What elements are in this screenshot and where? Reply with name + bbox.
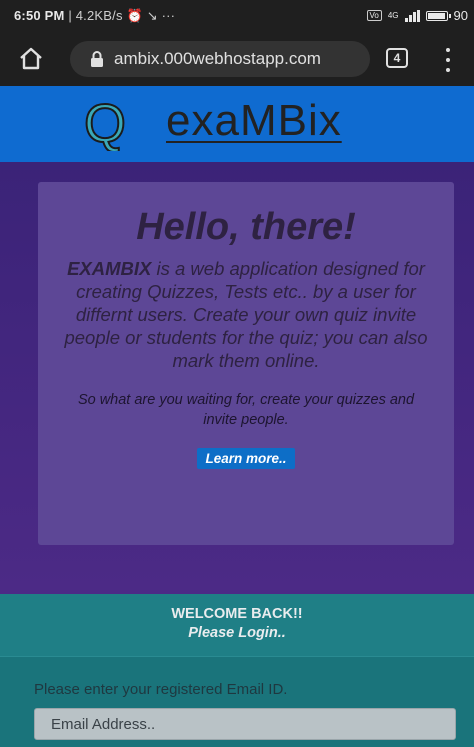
status-more: ··· xyxy=(161,8,176,23)
login-prompt: Please Login.. xyxy=(188,625,286,641)
logo-letter: Q xyxy=(84,97,126,151)
login-form: Please enter your registered Email ID. xyxy=(0,656,474,747)
signal-icon xyxy=(404,9,420,22)
home-icon xyxy=(20,47,42,70)
divider xyxy=(0,656,474,657)
welcome-heading: WELCOME BACK!! xyxy=(171,606,303,622)
logo-q-icon[interactable]: Q xyxy=(78,97,132,151)
hero-title: Hello, there! xyxy=(136,206,356,248)
site-header: Q exaMBix xyxy=(0,86,474,162)
email-field[interactable] xyxy=(34,708,456,740)
status-left: 6:50 PM | 4.2KB/s ⏰ ↘ ··· xyxy=(14,8,175,24)
status-speed: | 4.2KB/s xyxy=(68,8,123,23)
network-type: 4G xyxy=(387,11,399,20)
tab-switcher-button[interactable]: 4 xyxy=(386,48,408,68)
status-time: 6:50 PM xyxy=(14,8,65,23)
welcome-banner: WELCOME BACK!! Please Login.. xyxy=(0,594,474,656)
browser-menu-button[interactable] xyxy=(440,48,456,72)
lock-icon xyxy=(91,51,103,67)
menu-dot xyxy=(446,48,450,52)
volte-icon: Vo xyxy=(366,10,382,21)
hero-brand-name: EXAMBIX xyxy=(67,258,152,279)
home-button[interactable] xyxy=(18,46,44,72)
hero-card: Hello, there! EXAMBIX is a web applicati… xyxy=(38,182,454,545)
brand-link[interactable]: exaMBix xyxy=(166,96,342,146)
battery-level: 90 xyxy=(453,8,468,23)
hero-cta-text: So what are you waiting for, create your… xyxy=(77,392,415,428)
status-right: Vo 4G 90 xyxy=(366,8,468,23)
url-text: ambix.000webhostapp.com xyxy=(114,49,321,68)
menu-dot xyxy=(446,58,450,62)
browser-toolbar: ambix.000webhostapp.com 4 xyxy=(0,32,474,86)
status-bar: 6:50 PM | 4.2KB/s ⏰ ↘ ··· Vo 4G 90 xyxy=(0,0,474,32)
learn-more-button[interactable]: Learn more.. xyxy=(197,448,295,469)
tab-count: 4 xyxy=(393,51,401,65)
url-bar[interactable]: ambix.000webhostapp.com xyxy=(70,41,370,77)
alarm-icon: ⏰ xyxy=(126,8,143,23)
battery-icon xyxy=(425,10,451,21)
menu-dot xyxy=(446,68,450,72)
hero-description: EXAMBIX is a web application designed fo… xyxy=(56,257,436,372)
notification-icon: ↘ xyxy=(146,8,158,23)
email-label: Please enter your registered Email ID. xyxy=(34,681,288,698)
